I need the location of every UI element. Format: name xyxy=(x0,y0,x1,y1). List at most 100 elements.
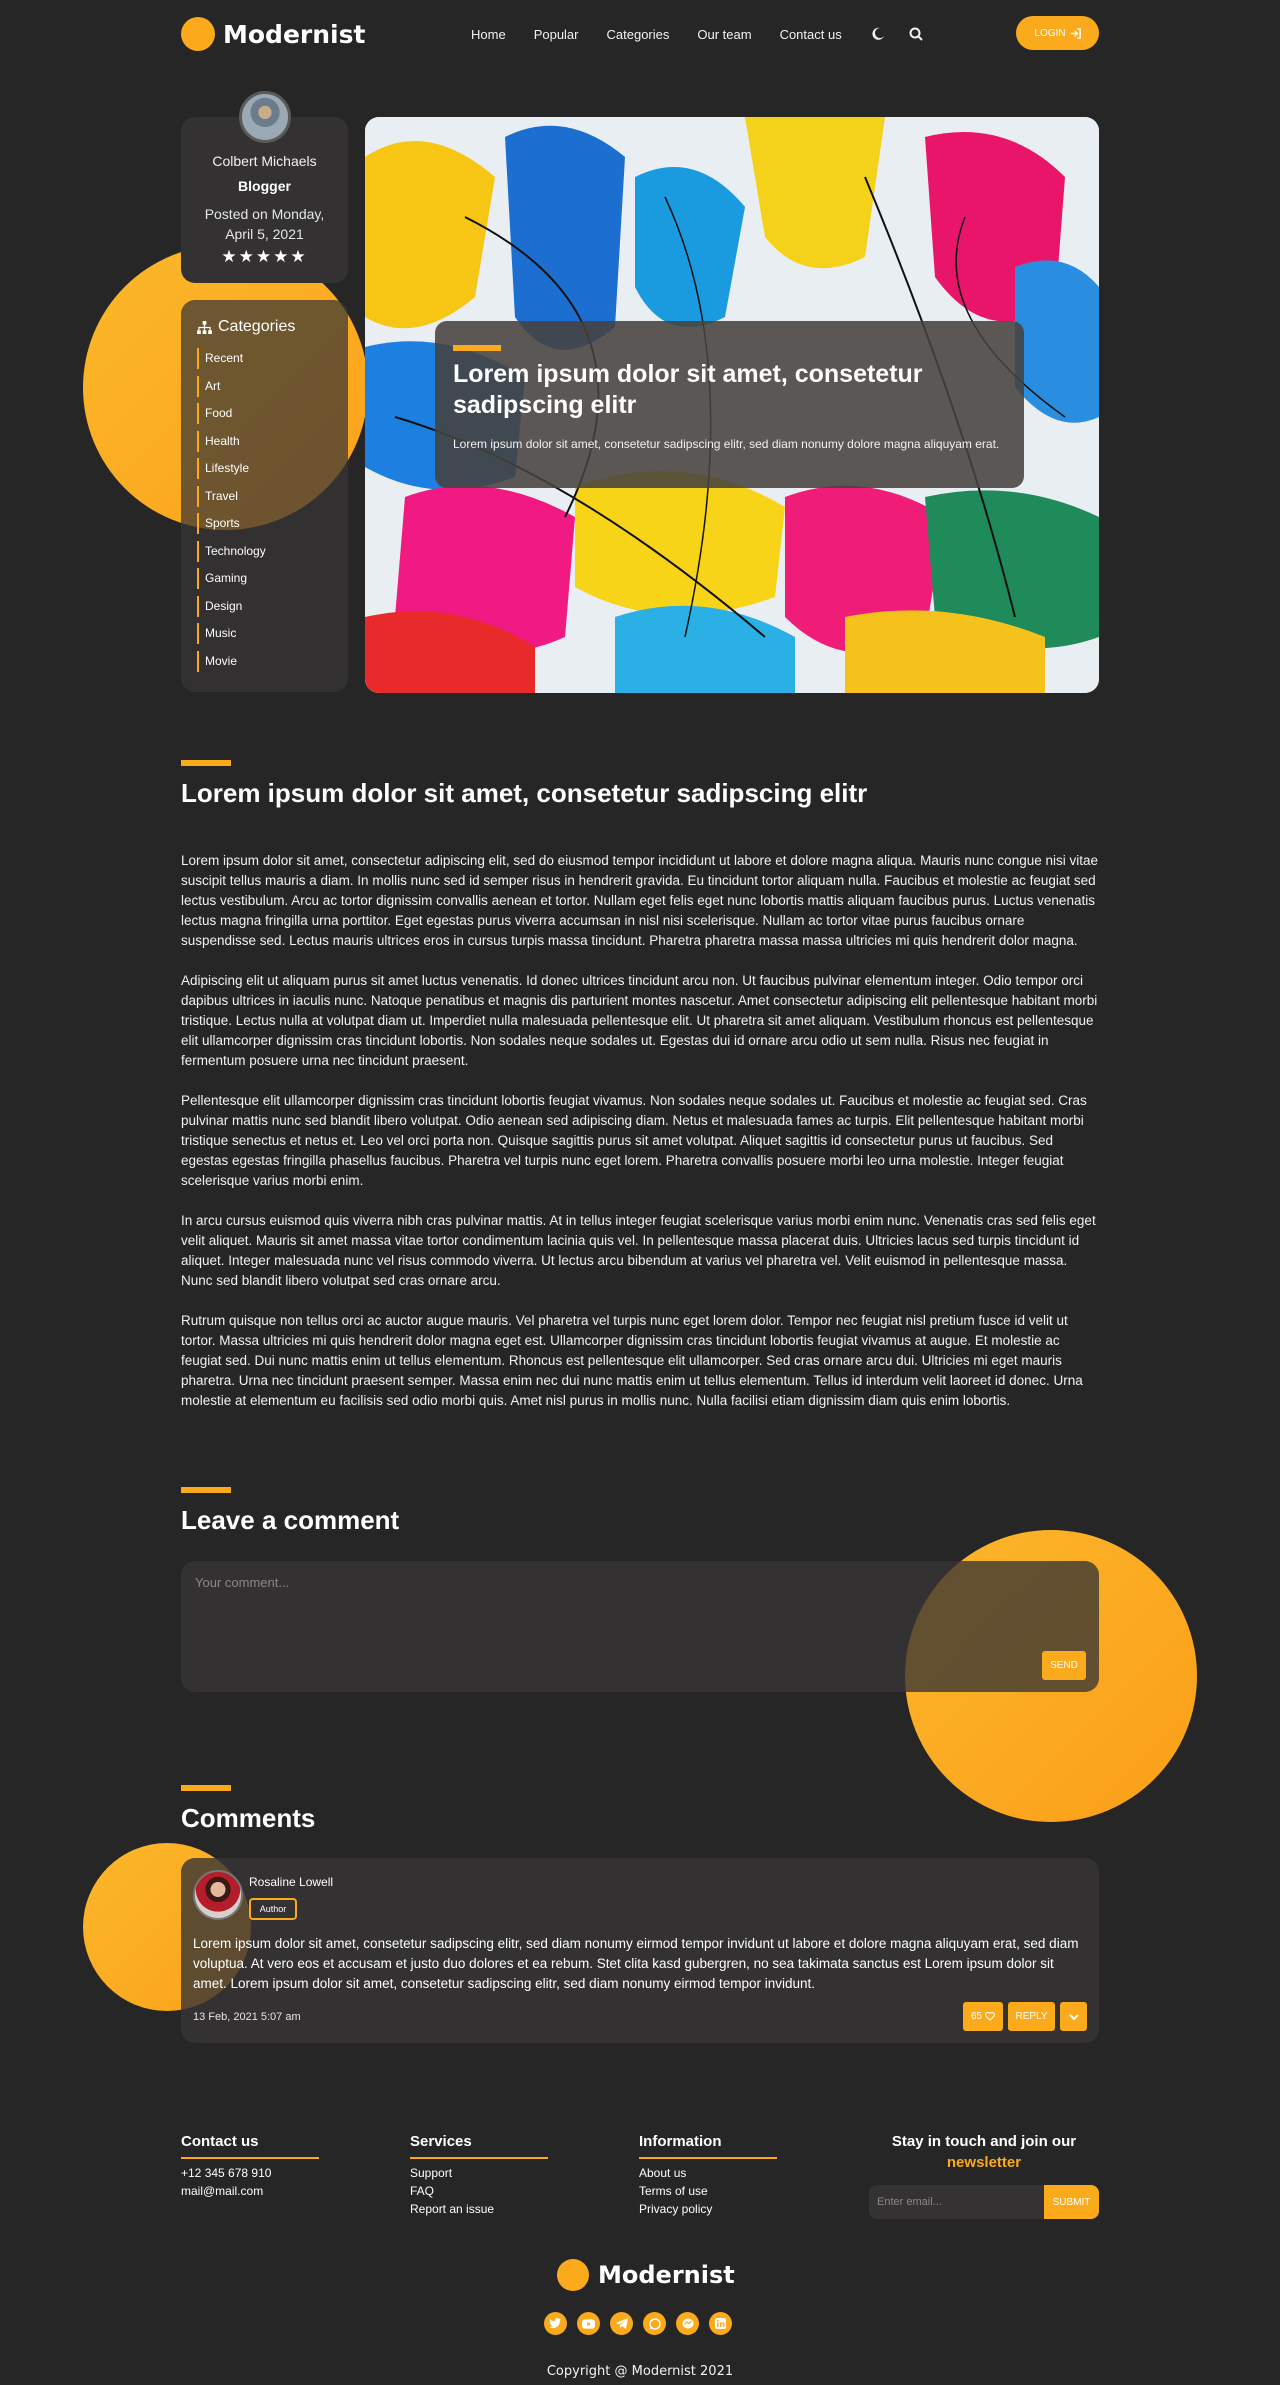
category-art[interactable]: Art xyxy=(197,375,332,397)
category-gaming[interactable]: Gaming xyxy=(197,568,332,589)
commenter-avatar[interactable] xyxy=(193,1870,243,1920)
category-design[interactable]: Design xyxy=(197,595,332,617)
login-button[interactable]: LOGIN xyxy=(1016,16,1099,50)
twitter-icon[interactable] xyxy=(544,2312,567,2335)
category-travel[interactable]: Travel xyxy=(197,485,332,507)
brand-logo[interactable]: Modernist xyxy=(181,17,365,51)
footer-contact: Contact us +12 345 678 910 mail@mail.com xyxy=(181,2133,319,2198)
comment-form: SEND xyxy=(181,1561,1099,1692)
nav-categories[interactable]: Categories xyxy=(607,27,670,42)
hero-title: Lorem ipsum dolor sit amet, consetetur s… xyxy=(453,360,923,419)
category-movie[interactable]: Movie xyxy=(197,650,332,672)
comment-card: Rosaline Lowell Author Lorem ipsum dolor… xyxy=(181,1858,1099,2043)
category-recent[interactable]: Recent xyxy=(197,348,332,369)
like-count: 65 xyxy=(970,2011,983,2022)
author-avatar[interactable] xyxy=(239,91,291,143)
logo-mark xyxy=(181,17,215,51)
category-food[interactable]: Food xyxy=(197,403,332,424)
accent-bar xyxy=(181,760,231,766)
category-music[interactable]: Music xyxy=(197,623,332,644)
article-paragraph: Rutrum quisque non tellus orci ac auctor… xyxy=(181,1313,1083,1408)
site-header: Modernist Home Popular Categories Our te… xyxy=(181,14,1099,54)
leave-comment-title: Leave a comment xyxy=(181,1505,400,1535)
newsletter-heading: Stay in touch and join our xyxy=(891,2133,1077,2150)
category-health[interactable]: Health xyxy=(197,430,332,452)
footer-link-faq[interactable]: FAQ xyxy=(410,2185,548,2198)
newsletter-submit-button[interactable]: SUBMIT xyxy=(1044,2185,1099,2219)
moon-icon[interactable] xyxy=(870,26,886,42)
article-paragraph: In arcu cursus euismod quis viverra nibh… xyxy=(181,1213,1096,1288)
telegram-icon[interactable] xyxy=(610,2312,633,2335)
accent-bar xyxy=(453,345,501,351)
footer-phone[interactable]: +12 345 678 910 xyxy=(181,2167,319,2180)
footer-services-title: Services xyxy=(410,2133,548,2159)
chevron-down-icon xyxy=(1068,2013,1079,2020)
messenger-icon[interactable] xyxy=(676,2312,699,2335)
logo-mark xyxy=(557,2259,589,2291)
login-label: LOGIN xyxy=(1034,27,1066,39)
category-technology[interactable]: Technology xyxy=(197,540,332,562)
newsletter-email-input[interactable] xyxy=(869,2185,1044,2219)
youtube-icon[interactable] xyxy=(577,2312,600,2335)
footer-link-report[interactable]: Report an issue xyxy=(410,2203,548,2216)
article-paragraph: Pellentesque elit ullamcorper dignissim … xyxy=(181,1093,1087,1188)
reply-button[interactable]: REPLY xyxy=(1008,2002,1055,2031)
footer-information: Information About us Terms of use Privac… xyxy=(639,2133,777,2216)
sitemap-icon xyxy=(197,320,212,334)
search-icon[interactable] xyxy=(908,26,924,42)
category-sports[interactable]: Sports xyxy=(197,513,332,534)
footer-information-title: Information xyxy=(639,2133,777,2159)
newsletter-block: Stay in touch and join our newsletter SU… xyxy=(869,2133,1099,2219)
article-paragraph: Adipiscing elit ut aliquam purus sit ame… xyxy=(181,973,1098,1068)
commenter-name[interactable]: Rosaline Lowell xyxy=(249,1875,333,1889)
footer-link-about[interactable]: About us xyxy=(639,2167,777,2180)
nav-contact-us[interactable]: Contact us xyxy=(780,27,842,42)
category-lifestyle[interactable]: Lifestyle xyxy=(197,458,332,479)
heart-icon xyxy=(985,2012,995,2021)
author-card: Colbert Michaels Blogger Posted on Monda… xyxy=(181,91,348,283)
sign-in-icon xyxy=(1070,27,1081,39)
author-name[interactable]: Colbert Michaels xyxy=(181,153,348,169)
nav-popular[interactable]: Popular xyxy=(534,27,579,42)
accent-bar xyxy=(181,1487,231,1493)
footer-email[interactable]: mail@mail.com xyxy=(181,2185,319,2198)
categories-list: Recent Art Food Health Lifestyle Travel … xyxy=(197,348,332,672)
article-section: Lorem ipsum dolor sit amet, consetetur s… xyxy=(181,760,1099,1431)
linkedin-icon[interactable] xyxy=(709,2312,732,2335)
footer-link-terms[interactable]: Terms of use xyxy=(639,2185,777,2198)
accent-bar xyxy=(181,1785,231,1791)
footer-link-support[interactable]: Support xyxy=(410,2167,548,2180)
copyright: Copyright @ Modernist 2021 xyxy=(546,2364,734,2379)
comment-input[interactable] xyxy=(195,1575,895,1635)
newsletter-form: SUBMIT xyxy=(869,2185,1099,2219)
footer-logo[interactable]: Modernist xyxy=(557,2259,735,2291)
send-button[interactable]: SEND xyxy=(1042,1651,1086,1680)
categories-title: Categories xyxy=(218,318,296,335)
social-links xyxy=(544,2312,732,2335)
nav-home[interactable]: Home xyxy=(471,27,506,42)
whatsapp-icon[interactable] xyxy=(643,2312,666,2335)
main-nav: Home Popular Categories Our team Contact… xyxy=(471,26,946,42)
article-body: Lorem ipsum dolor sit amet, consectetur … xyxy=(181,851,1099,1411)
comment-date: 13 Feb, 2021 5:07 am xyxy=(193,2011,301,2023)
article-paragraph: Lorem ipsum dolor sit amet, consectetur … xyxy=(181,853,1098,948)
comment-actions: 65 REPLY xyxy=(963,2002,1087,2031)
author-badge: Author xyxy=(249,1898,297,1920)
footer-services: Services Support FAQ Report an issue xyxy=(410,2133,548,2216)
comments-title: Comments xyxy=(181,1803,316,1833)
star-rating: ★★★★★ xyxy=(221,247,308,266)
brand-name: Modernist xyxy=(223,19,366,49)
footer-brand-name: Modernist xyxy=(598,2261,735,2289)
author-role: Blogger xyxy=(238,178,291,194)
expand-button[interactable] xyxy=(1060,2002,1087,2031)
footer-link-privacy[interactable]: Privacy policy xyxy=(639,2203,777,2216)
leave-comment-section: Leave a comment xyxy=(181,1487,1099,1536)
hero-caption-card[interactable]: Lorem ipsum dolor sit amet, consetetur s… xyxy=(435,321,1024,488)
categories-heading: Categories xyxy=(197,318,332,336)
newsletter-highlight: newsletter xyxy=(946,2154,1022,2171)
comment-text: Lorem ipsum dolor sit amet, consetetur s… xyxy=(193,1936,1079,1991)
article-title: Lorem ipsum dolor sit amet, consetetur s… xyxy=(181,778,868,808)
like-button[interactable]: 65 xyxy=(963,2002,1003,2031)
comments-section: Comments xyxy=(181,1785,1099,1834)
nav-our-team[interactable]: Our team xyxy=(697,27,751,42)
